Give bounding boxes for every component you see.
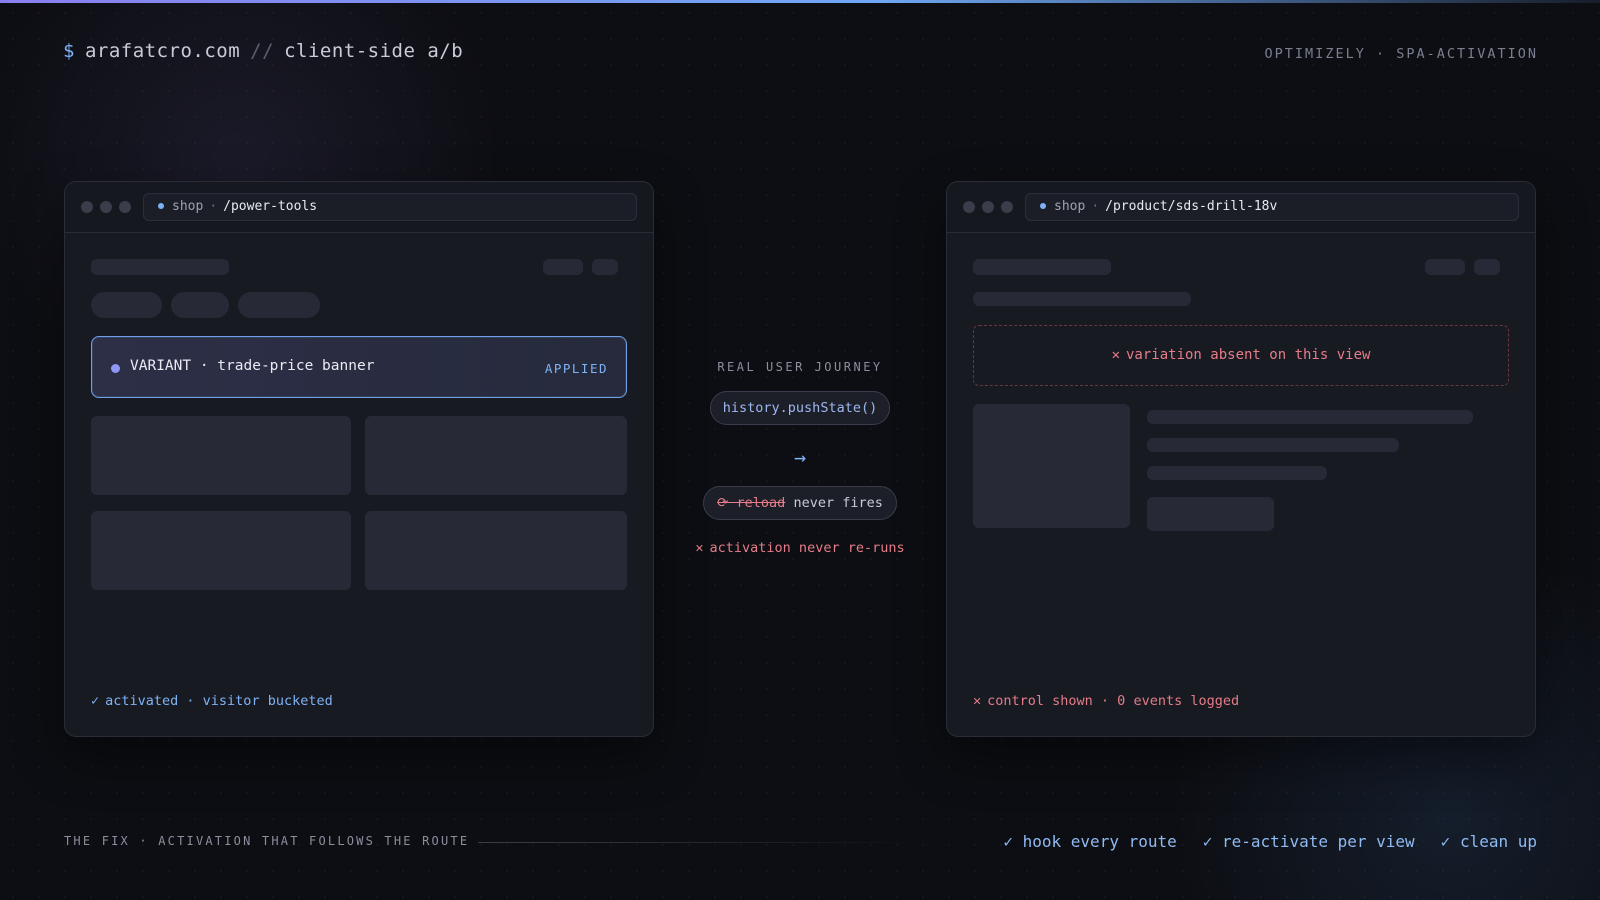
window-minimize-dot [982, 201, 994, 213]
url-status-dot-icon [1040, 202, 1046, 209]
variant-dot-icon [111, 364, 120, 373]
skeleton-nav-item [1425, 259, 1465, 275]
reload-chip: ⟳ reload never fires [703, 486, 897, 520]
skeleton-text-line [1147, 466, 1327, 480]
check-icon: ✓ [91, 693, 100, 709]
address-bar[interactable]: shop · /power-tools [143, 193, 637, 221]
url-separator: · [209, 199, 218, 214]
variation-absent-notice: ✕ variation absent on this view [973, 325, 1509, 386]
skeleton-text-line [1147, 438, 1399, 452]
arrow-right-icon: → [793, 445, 807, 469]
variant-applied-badge: APPLIED [544, 361, 608, 376]
skeleton-nav-item [1474, 259, 1500, 275]
brand-separator: // [250, 40, 275, 62]
skeleton-nav-item [543, 259, 583, 275]
variation-absent-text: variation absent on this view [1126, 347, 1371, 363]
site-brand: $ arafatcro.com // client-side a/b [63, 40, 463, 62]
skeleton-nav-item [592, 259, 618, 275]
skeleton-product-card [91, 511, 351, 590]
pushstate-chip: history.pushState() [710, 391, 890, 425]
url-separator: · [1091, 199, 1100, 214]
skeleton-title [973, 259, 1111, 275]
url-host: shop [172, 199, 204, 214]
journey-label: REAL USER JOURNEY [717, 360, 883, 374]
window-maximize-dot [1001, 201, 1013, 213]
skeleton-filter-pill [238, 292, 320, 318]
fix-item-hook-routes: ✓ hook every route [1003, 832, 1177, 851]
skeleton-text-line [1147, 410, 1473, 424]
header-tagline: OPTIMIZELY · SPA-ACTIVATION [1264, 46, 1538, 62]
fix-item-clean-up: ✓ clean up [1440, 832, 1537, 851]
fix-label: THE FIX · ACTIVATION THAT FOLLOWS THE RO… [64, 834, 470, 848]
reload-rest-text: never fires [785, 495, 883, 511]
page-subtitle: client-side a/b [284, 40, 464, 62]
activation-status: ✓ activated · visitor bucketed [91, 693, 333, 709]
browser-chrome: shop · /power-tools [65, 182, 653, 233]
control-status: ✕ control shown · 0 events logged [973, 693, 1239, 709]
window-close-dot [81, 201, 93, 213]
skeleton-add-to-cart-button [1147, 497, 1274, 531]
window-close-dot [963, 201, 975, 213]
url-status-dot-icon [158, 202, 164, 209]
activation-warning: ✕ activation never re-runs [695, 540, 905, 556]
variant-label: VARIANT · trade-price banner [130, 358, 375, 374]
url-path: /power-tools [223, 199, 318, 214]
cross-icon: ✕ [695, 540, 704, 556]
skeleton-product-image [973, 404, 1130, 528]
url-path: /product/sds-drill-18v [1105, 199, 1278, 214]
control-status-text: control shown · 0 events logged [987, 693, 1240, 709]
fix-item-reactivate: ✓ re-activate per view [1202, 832, 1415, 851]
window-minimize-dot [100, 201, 112, 213]
cross-icon: ✕ [973, 693, 982, 709]
address-bar[interactable]: shop · /product/sds-drill-18v [1025, 193, 1519, 221]
skeleton-filter-pill [171, 292, 229, 318]
variant-banner: VARIANT · trade-price banner APPLIED [91, 336, 627, 398]
browser-window-after: shop · /product/sds-drill-18v ✕ variation a… [946, 181, 1536, 737]
url-host: shop [1054, 199, 1086, 214]
top-gradient-bar [0, 0, 1600, 3]
skeleton-breadcrumb [973, 292, 1191, 306]
activation-status-text: activated · visitor bucketed [105, 693, 333, 709]
site-domain[interactable]: arafatcro.com [85, 40, 240, 62]
browser-chrome: shop · /product/sds-drill-18v [947, 182, 1535, 233]
skeleton-title [91, 259, 229, 275]
browser-window-before: shop · /power-tools VARIANT · trade-price … [64, 181, 654, 737]
skeleton-filter-pill [91, 292, 162, 318]
skeleton-product-card [91, 416, 351, 495]
window-maximize-dot [119, 201, 131, 213]
prompt-symbol: $ [63, 40, 75, 62]
fix-divider [478, 842, 923, 843]
skeleton-product-card [365, 511, 627, 590]
activation-warning-text: activation never re-runs [709, 540, 905, 556]
reload-struck-text: ⟳ reload [717, 495, 786, 511]
cross-icon: ✕ [1111, 347, 1120, 363]
fix-checklist: ✓ hook every route ✓ re-activate per view… [977, 832, 1537, 851]
skeleton-product-card [365, 416, 627, 495]
